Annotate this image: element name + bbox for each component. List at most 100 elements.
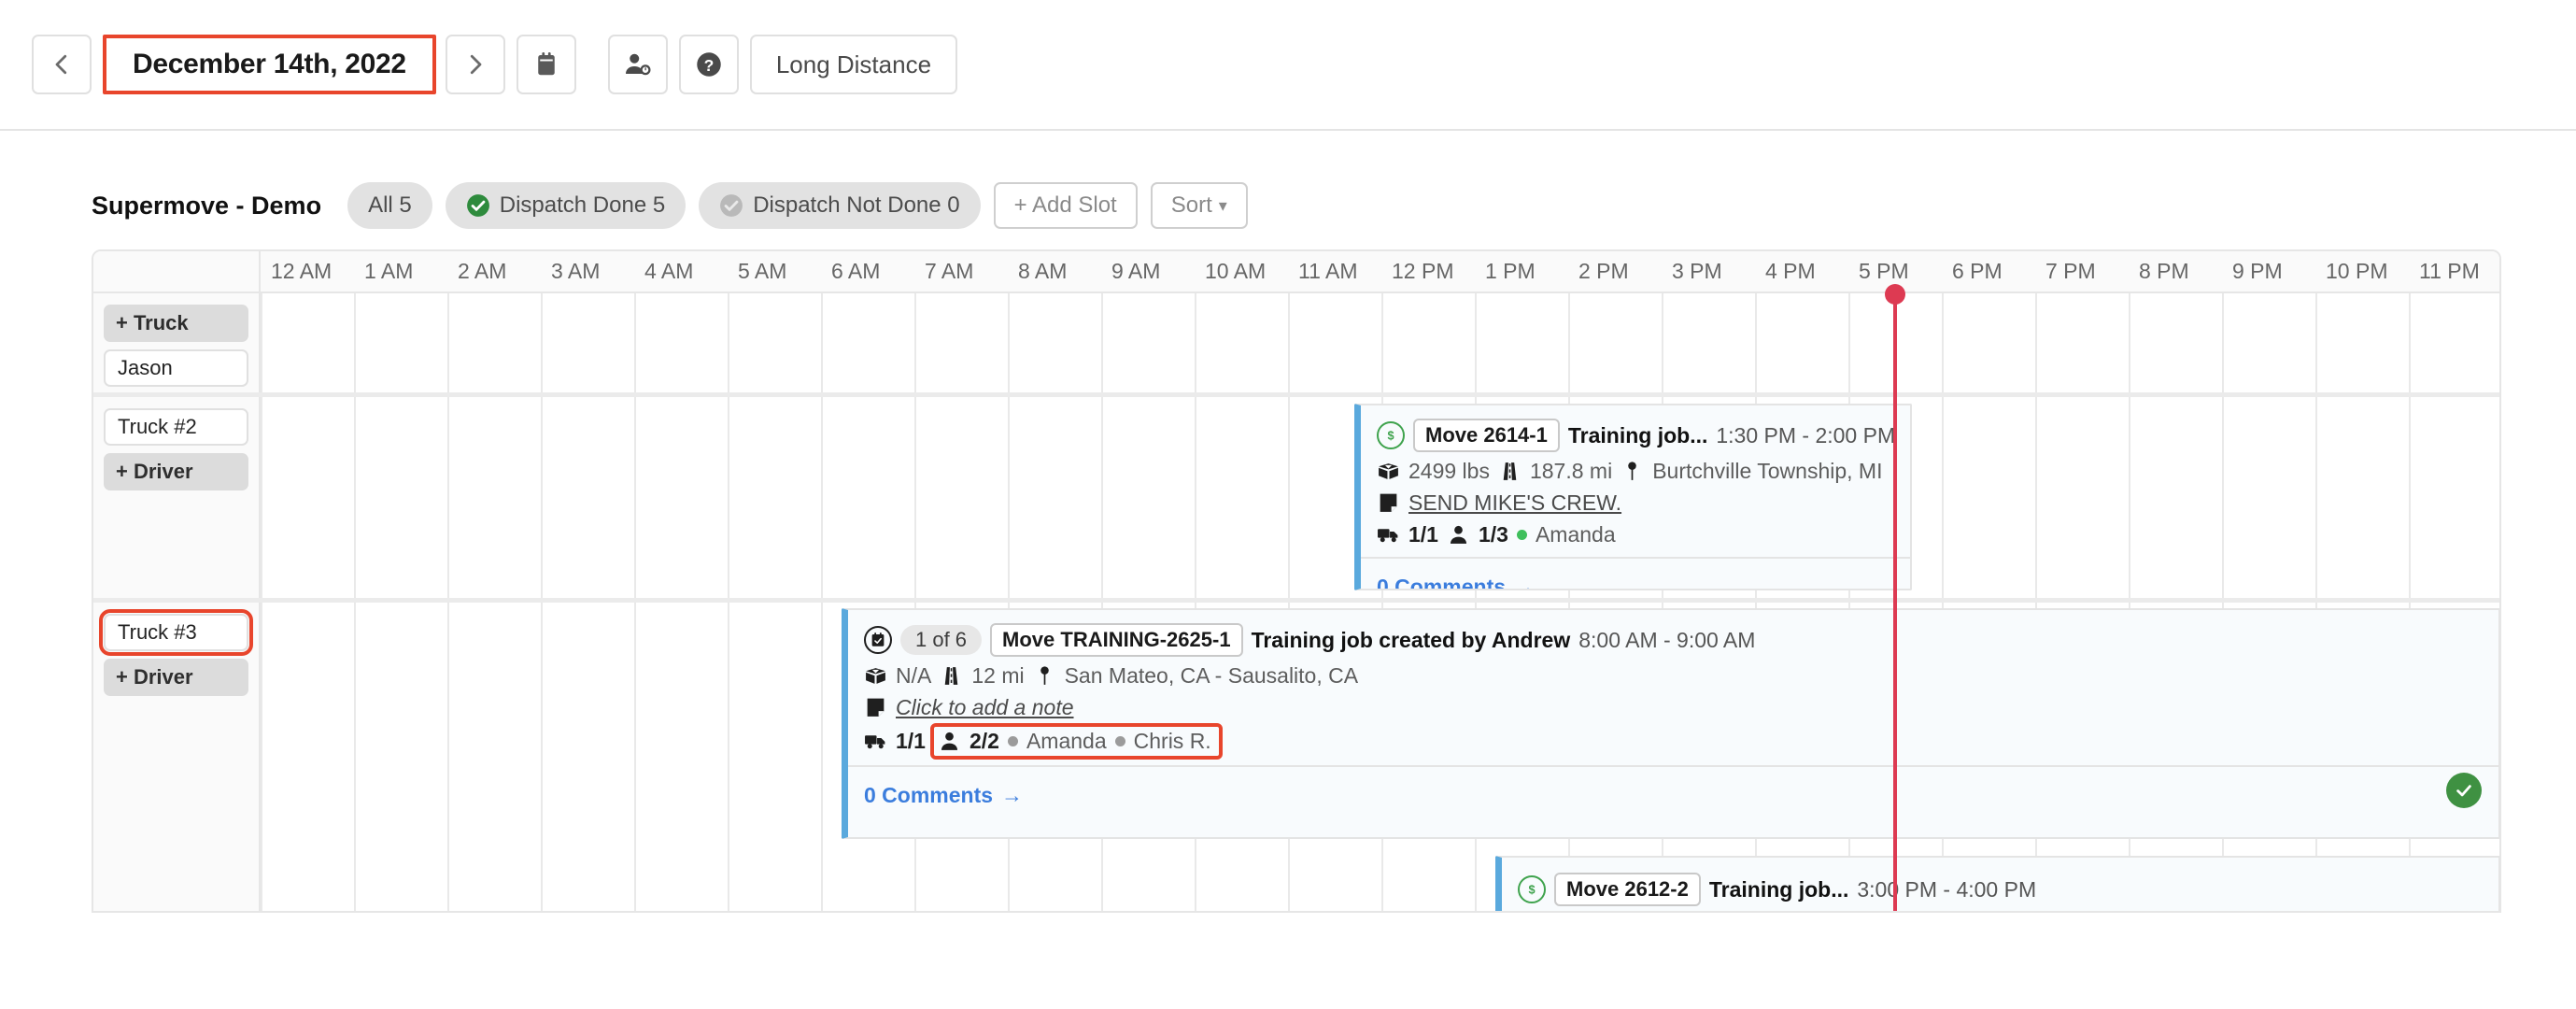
calendar-rows: + Truck Jason Truck #2 + Driver $ Move 2… <box>93 293 2499 911</box>
chevron-left-icon <box>55 54 67 75</box>
road-icon <box>1503 462 1517 480</box>
filter-dispatch-done[interactable]: Dispatch Done 5 <box>445 182 686 229</box>
section-header: Supermove - Demo All 5 Dispatch Done 5 D… <box>0 131 2576 229</box>
calendar-check-glyph-icon <box>871 632 885 647</box>
location-value: Burtchville Township, MI <box>1652 459 1883 483</box>
timeline-header: 12 AM 1 AM 2 AM 3 AM 4 AM 5 AM 6 AM 7 AM 8 AM 9 A… <box>93 251 2499 293</box>
help-icon: ? <box>697 52 721 77</box>
comments-label: 0 Comments <box>1377 575 1507 590</box>
row-grid-03[interactable]: 1 of 6 Move TRAINING-2625-1 Training job… <box>261 603 2499 911</box>
calendar-row-01: + Truck Jason <box>93 293 2499 397</box>
crew-member-name: Amanda <box>1535 522 1616 547</box>
job-title: Training job created by Andrew <box>1251 627 1571 652</box>
move-id-badge[interactable]: Move 2614-1 <box>1413 419 1560 452</box>
crew-availability-button[interactable] <box>607 35 668 94</box>
add-truck-button-01[interactable]: + Truck <box>104 305 248 342</box>
job-card-note-row[interactable]: SEND MIKE'S CREW. <box>1377 490 1910 516</box>
hour-label-11: 11 AM <box>1298 259 1358 283</box>
comments-link[interactable]: 0 Comments → <box>864 783 1023 808</box>
filter-all-label: All 5 <box>368 192 412 218</box>
crew-member-name: Chris R. <box>1133 729 1211 753</box>
hour-label-18: 6 PM <box>1952 259 2003 283</box>
driver-chip-01[interactable]: Jason <box>104 349 248 387</box>
hour-label-23: 11 PM <box>2419 259 2480 283</box>
hour-label-6: 6 AM <box>831 259 881 283</box>
move-id-badge[interactable]: Move TRAINING-2625-1 <box>990 623 1243 657</box>
hour-label-22: 10 PM <box>2326 259 2388 283</box>
job-card-body: $ Move 2612-2 Training job... 3:00 PM - … <box>1502 858 2498 911</box>
chevron-right-icon <box>470 54 482 75</box>
prev-day-button[interactable] <box>32 35 92 94</box>
pin-icon <box>1040 666 1049 685</box>
filter-dispatch-done-label: Dispatch Done 5 <box>499 192 666 218</box>
sort-button[interactable]: Sort ▾ <box>1150 182 1248 229</box>
long-distance-button[interactable]: Long Distance <box>749 35 958 94</box>
location-value: San Mateo, CA - Sausalito, CA <box>1064 663 1359 688</box>
job-card-title-row: $ Move 2614-1 Training job... 1:30 PM - … <box>1377 419 1910 452</box>
filter-all[interactable]: All 5 <box>347 182 432 229</box>
job-card-move-2612-2[interactable]: $ Move 2612-2 Training job... 3:00 PM - … <box>1495 856 2499 911</box>
crew-status-dot <box>1007 736 1018 746</box>
job-card-meta-row: N/A 12 mi San Mateo, CA - Sausalito, CA <box>864 663 2498 689</box>
note-icon <box>867 698 885 717</box>
next-day-button[interactable] <box>445 35 505 94</box>
check-icon <box>2456 785 2471 797</box>
hour-label-15: 3 PM <box>1672 259 1722 283</box>
truck-count: 1/1 <box>1408 522 1438 547</box>
hour-label-10: 10 AM <box>1205 259 1267 283</box>
hour-label-12: 12 PM <box>1392 259 1454 283</box>
hour-label-8: 8 AM <box>1018 259 1068 283</box>
hour-label-4: 4 AM <box>644 259 694 283</box>
job-card-title-row: 1 of 6 Move TRAINING-2625-1 Training job… <box>864 623 2498 657</box>
distance-value: 187.8 mi <box>1529 459 1613 483</box>
crew-assignment-highlight[interactable]: 2/2 Amanda Chris R. <box>929 723 1223 760</box>
crew-status-dot <box>1516 530 1527 540</box>
calendar-grid: 12 AM 1 AM 2 AM 3 AM 4 AM 5 AM 6 AM 7 AM 8 AM 9 A… <box>92 249 2501 913</box>
crew-availability-icon <box>625 53 651 76</box>
svg-text:$: $ <box>1528 883 1535 897</box>
job-card-footer: 0 Comments → <box>1361 557 1910 590</box>
current-date-display[interactable]: December 14th, 2022 <box>103 35 436 94</box>
comments-link[interactable]: 0 Comments → <box>1377 575 1536 590</box>
filter-dispatch-not-done[interactable]: Dispatch Not Done 0 <box>699 182 981 229</box>
svg-text:$: $ <box>1387 429 1394 443</box>
top-toolbar: December 14th, 2022 ? Long Distance <box>0 0 2576 131</box>
job-card-move-2614-1[interactable]: $ Move 2614-1 Training job... 1:30 PM - … <box>1354 404 1912 590</box>
add-slot-button[interactable]: + Add Slot <box>993 182 1138 229</box>
svg-text:?: ? <box>703 56 714 75</box>
weight-value: 2499 lbs <box>1408 459 1490 483</box>
calendar-row-03: Truck #3 + Driver 1 of 6 Move TRAINING-2… <box>93 603 2499 911</box>
add-driver-button-03[interactable]: + Driver <box>104 659 248 696</box>
truck-icon <box>1378 529 1398 543</box>
hour-label-7: 7 AM <box>925 259 974 283</box>
date-picker-button[interactable] <box>516 35 576 94</box>
job-card-footer: 0 Comments → <box>848 765 2498 808</box>
hour-label-3: 3 AM <box>551 259 601 283</box>
help-button[interactable]: ? <box>678 35 739 94</box>
row-label-03: Truck #3 + Driver <box>93 603 261 911</box>
job-note[interactable]: SEND MIKE'S CREW. <box>1408 490 1621 516</box>
truck-chip-03[interactable]: Truck #3 <box>99 609 253 656</box>
job-card-body: 1 of 6 Move TRAINING-2625-1 Training job… <box>848 610 2498 765</box>
row-grid-01[interactable] <box>261 293 2499 392</box>
hour-label-5: 5 AM <box>738 259 787 283</box>
job-note[interactable]: Click to add a note <box>896 695 1074 720</box>
crew-member-name: Amanda <box>1026 729 1107 753</box>
crew-status-dot <box>1114 736 1125 746</box>
truck-count: 1/1 <box>896 729 926 753</box>
dollar-circle-icon: $ <box>1377 421 1405 449</box>
box-icon <box>1379 463 1398 479</box>
arrow-right-icon: → <box>1001 783 1024 807</box>
row-grid-02[interactable]: $ Move 2614-1 Training job... 1:30 PM - … <box>261 397 2499 598</box>
job-card-note-row[interactable]: Click to add a note <box>864 695 2498 720</box>
hour-label-1: 1 AM <box>364 259 414 283</box>
add-driver-button-02[interactable]: + Driver <box>104 453 248 490</box>
job-time: 3:00 PM - 4:00 PM <box>1857 876 2037 902</box>
calendar-row-02: Truck #2 + Driver $ Move 2614-1 Training… <box>93 397 2499 603</box>
arrow-right-icon: → <box>1514 575 1536 590</box>
job-card-move-training-2625-1[interactable]: 1 of 6 Move TRAINING-2625-1 Training job… <box>842 608 2499 839</box>
truck-chip-02[interactable]: Truck #2 <box>104 408 248 446</box>
move-id-badge[interactable]: Move 2612-2 <box>1554 873 1701 906</box>
dollar-glyph-icon: $ <box>1387 429 1394 443</box>
chevron-down-icon: ▾ <box>1218 195 1227 215</box>
